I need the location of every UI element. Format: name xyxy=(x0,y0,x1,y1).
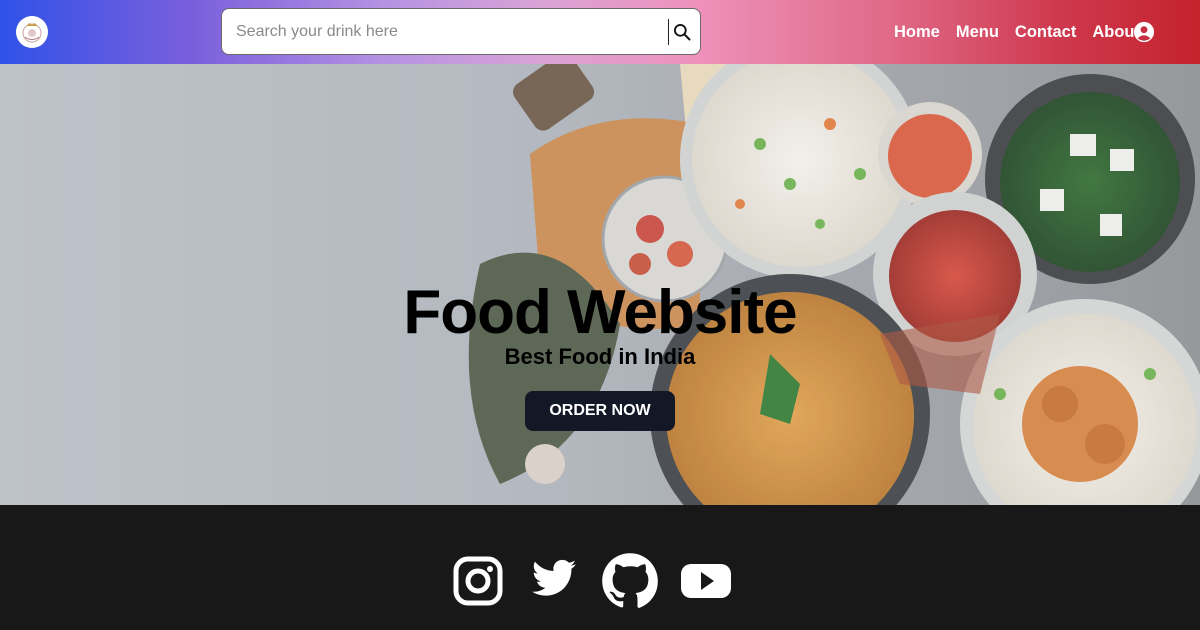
hero-section: Food Website Best Food in India ORDER NO… xyxy=(0,64,1200,505)
nav-links: Home Menu Contact About xyxy=(894,0,1140,64)
nav-menu[interactable]: Menu xyxy=(956,23,999,42)
youtube-link[interactable] xyxy=(680,555,732,607)
footer xyxy=(0,505,1200,630)
github-link[interactable] xyxy=(601,553,659,610)
search-button[interactable] xyxy=(668,19,694,45)
hero-subtitle: Best Food in India xyxy=(504,344,696,369)
user-account-button[interactable] xyxy=(1133,21,1155,43)
nav-contact[interactable]: Contact xyxy=(1015,23,1076,42)
github-icon xyxy=(602,553,658,608)
hero-title: Food Website xyxy=(403,278,797,347)
crest-icon xyxy=(17,17,47,47)
search-bar xyxy=(221,8,701,55)
search-icon xyxy=(673,24,690,41)
royal-crest-logo[interactable] xyxy=(16,16,48,48)
instagram-link[interactable] xyxy=(453,555,503,607)
search-input[interactable] xyxy=(236,9,666,54)
instagram-icon xyxy=(453,556,503,606)
order-now-button[interactable]: ORDER NOW xyxy=(525,391,675,431)
twitter-link[interactable] xyxy=(527,555,581,603)
user-circle-icon xyxy=(1133,21,1155,43)
nav-home[interactable]: Home xyxy=(894,23,940,42)
youtube-icon xyxy=(681,564,731,598)
twitter-icon xyxy=(532,559,576,596)
navbar: Home Menu Contact About xyxy=(0,0,1200,64)
